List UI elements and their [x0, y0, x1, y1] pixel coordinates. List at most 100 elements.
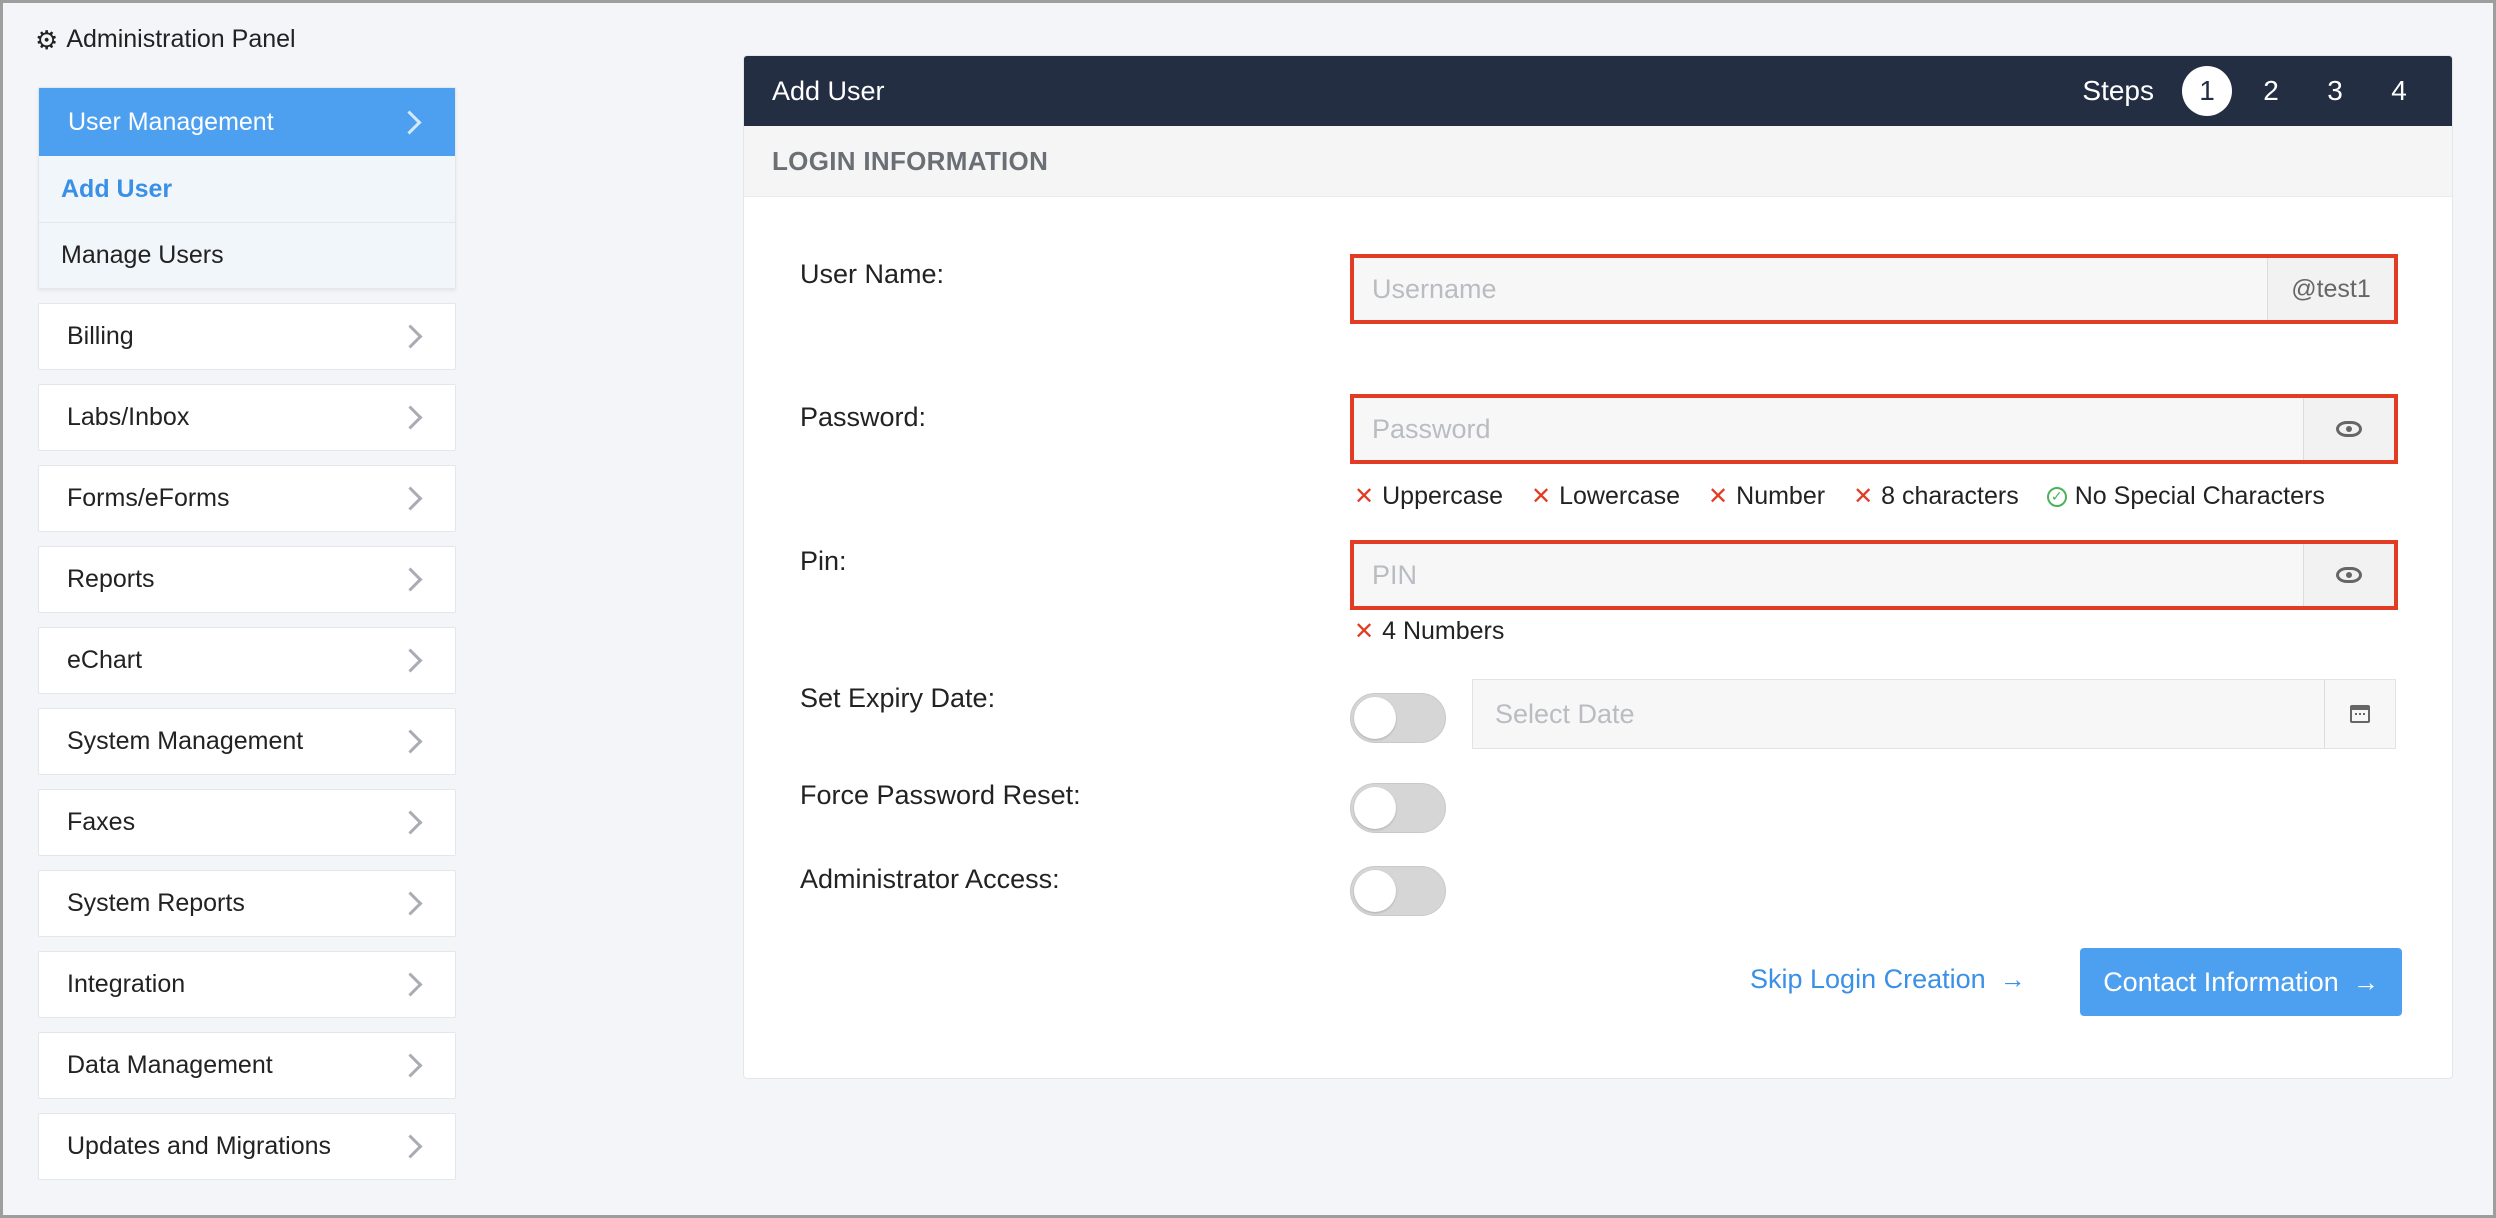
- rule-length: ✕ 8 characters: [1853, 482, 2019, 511]
- pin-label: Pin:: [800, 546, 847, 576]
- sidebar-item-integration[interactable]: Integration: [38, 951, 456, 1018]
- sidebar-item-system-reports[interactable]: System Reports: [38, 870, 456, 937]
- force-reset-label: Force Password Reset:: [800, 780, 1081, 810]
- toggle-password-visibility[interactable]: [2303, 398, 2394, 460]
- sidebar-group-user-management: User Management Add User Manage Users: [38, 87, 456, 289]
- chevron-right-icon: [398, 324, 423, 349]
- password-label: Password:: [800, 402, 927, 432]
- chevron-right-icon: [398, 486, 423, 511]
- sidebar-item-label: System Reports: [67, 889, 245, 917]
- rule-lowercase: ✕ Lowercase: [1531, 482, 1680, 511]
- steps-label: Steps: [2082, 75, 2154, 106]
- rule-no-special: ✓ No Special Characters: [2046, 482, 2325, 511]
- force-reset-toggle[interactable]: [1350, 783, 1446, 833]
- sidebar-item-label: Updates and Migrations: [67, 1132, 332, 1160]
- x-icon: ✕: [1354, 483, 1375, 510]
- chevron-right-icon: [398, 972, 423, 997]
- section-title: LOGIN INFORMATION: [744, 126, 2452, 197]
- arrow-right-icon: →: [1999, 964, 2026, 994]
- pin-rules: ✕ 4 Numbers: [1354, 617, 1504, 646]
- expiry-label: Set Expiry Date:: [800, 683, 996, 713]
- sidebar-item-user-management[interactable]: User Management: [39, 88, 455, 156]
- chevron-right-icon: [398, 1134, 423, 1159]
- check-circle-icon: ✓: [2046, 486, 2067, 507]
- chevron-right-icon: [398, 567, 423, 592]
- eye-icon: [2336, 567, 2362, 583]
- rule-uppercase: ✕ Uppercase: [1354, 482, 1503, 511]
- sidebar-subitem-manage-users[interactable]: Manage Users: [39, 222, 455, 288]
- expiry-date-input[interactable]: [1473, 680, 2324, 748]
- sidebar-item-updates-migrations[interactable]: Updates and Migrations: [38, 1113, 456, 1180]
- sidebar-item-label: eChart: [67, 646, 143, 674]
- rule-text: Lowercase: [1559, 482, 1681, 510]
- pin-field-group: [1350, 540, 2398, 610]
- rule-text: 4 Numbers: [1382, 617, 1505, 645]
- password-input[interactable]: [1354, 398, 2303, 460]
- contact-information-button[interactable]: Contact Information →: [2080, 948, 2402, 1016]
- username-input[interactable]: [1354, 258, 2267, 320]
- admin-access-label: Administrator Access:: [800, 864, 1060, 894]
- sidebar-item-label: Reports: [67, 565, 155, 593]
- sidebar: User Management Add User Manage Users Bi…: [38, 87, 456, 1194]
- sidebar-item-label: System Management: [67, 727, 304, 755]
- sidebar-item-billing[interactable]: Billing: [38, 303, 456, 370]
- x-icon: ✕: [1531, 483, 1552, 510]
- expiry-toggle[interactable]: [1350, 693, 1446, 743]
- sidebar-item-forms-eforms[interactable]: Forms/eForms: [38, 465, 456, 532]
- rule-text: Uppercase: [1382, 482, 1504, 510]
- add-user-card: Add User Steps 1 2 3 4 LOGIN INFORMATION…: [743, 55, 2453, 1079]
- panel-title-text: Administration Panel: [66, 25, 296, 53]
- sidebar-subitem-add-user[interactable]: Add User: [39, 156, 455, 222]
- sidebar-item-system-management[interactable]: System Management: [38, 708, 456, 775]
- arrow-right-icon: →: [2352, 966, 2379, 997]
- step-1[interactable]: 1: [2182, 66, 2232, 116]
- username-label: User Name:: [800, 259, 945, 289]
- sidebar-item-echart[interactable]: eChart: [38, 627, 456, 694]
- expiry-date-field: [1472, 679, 2396, 749]
- sidebar-item-label: Faxes: [67, 808, 136, 836]
- sidebar-item-label: User Management: [68, 107, 274, 136]
- gear-icon: ⚙: [35, 24, 59, 55]
- rule-text: 8 characters: [1881, 482, 2019, 510]
- calendar-icon: [2350, 705, 2370, 723]
- sidebar-item-label: Data Management: [67, 1051, 273, 1079]
- pin-input[interactable]: [1354, 544, 2303, 606]
- sidebar-item-label: Labs/Inbox: [67, 403, 190, 431]
- username-domain-suffix: @test1: [2267, 258, 2394, 320]
- sidebar-item-label: Billing: [67, 322, 134, 350]
- step-2[interactable]: 2: [2246, 66, 2296, 116]
- card-header: Add User Steps 1 2 3 4: [744, 56, 2452, 126]
- admin-access-toggle[interactable]: [1350, 866, 1446, 916]
- rule-text: Number: [1736, 482, 1826, 510]
- step-3[interactable]: 3: [2310, 66, 2360, 116]
- panel-title: ⚙ Administration Panel: [35, 25, 296, 54]
- rule-four-numbers: ✕ 4 Numbers: [1354, 617, 1504, 646]
- sidebar-item-data-management[interactable]: Data Management: [38, 1032, 456, 1099]
- contact-information-label: Contact Information: [2103, 966, 2339, 997]
- x-icon: ✕: [1708, 483, 1729, 510]
- x-icon: ✕: [1354, 618, 1375, 645]
- password-rules: ✕ Uppercase ✕ Lowercase ✕ Number ✕ 8 charact…: [1354, 482, 2325, 511]
- chevron-right-icon: [397, 109, 422, 135]
- app-window: ⚙ Administration Panel User Management A…: [0, 0, 2496, 1218]
- username-field-group: @test1: [1350, 254, 2398, 324]
- steps-indicator: Steps 1 2 3 4: [2082, 66, 2424, 116]
- rule-text: No Special Characters: [2074, 482, 2325, 510]
- step-4[interactable]: 4: [2374, 66, 2424, 116]
- chevron-right-icon: [398, 891, 423, 916]
- chevron-right-icon: [398, 810, 423, 835]
- password-field-group: [1350, 394, 2398, 464]
- chevron-right-icon: [398, 648, 423, 673]
- sidebar-item-label: Integration: [67, 970, 186, 998]
- sidebar-item-labs-inbox[interactable]: Labs/Inbox: [38, 384, 456, 451]
- calendar-button[interactable]: [2324, 680, 2395, 748]
- skip-login-label: Skip Login Creation: [1750, 964, 1986, 994]
- skip-login-link[interactable]: Skip Login Creation →: [1750, 964, 2026, 995]
- chevron-right-icon: [398, 1053, 423, 1078]
- toggle-pin-visibility[interactable]: [2303, 544, 2394, 606]
- sidebar-item-reports[interactable]: Reports: [38, 546, 456, 613]
- rule-number: ✕ Number: [1708, 482, 1825, 511]
- eye-icon: [2336, 421, 2362, 437]
- sidebar-item-label: Forms/eForms: [67, 484, 230, 512]
- sidebar-item-faxes[interactable]: Faxes: [38, 789, 456, 856]
